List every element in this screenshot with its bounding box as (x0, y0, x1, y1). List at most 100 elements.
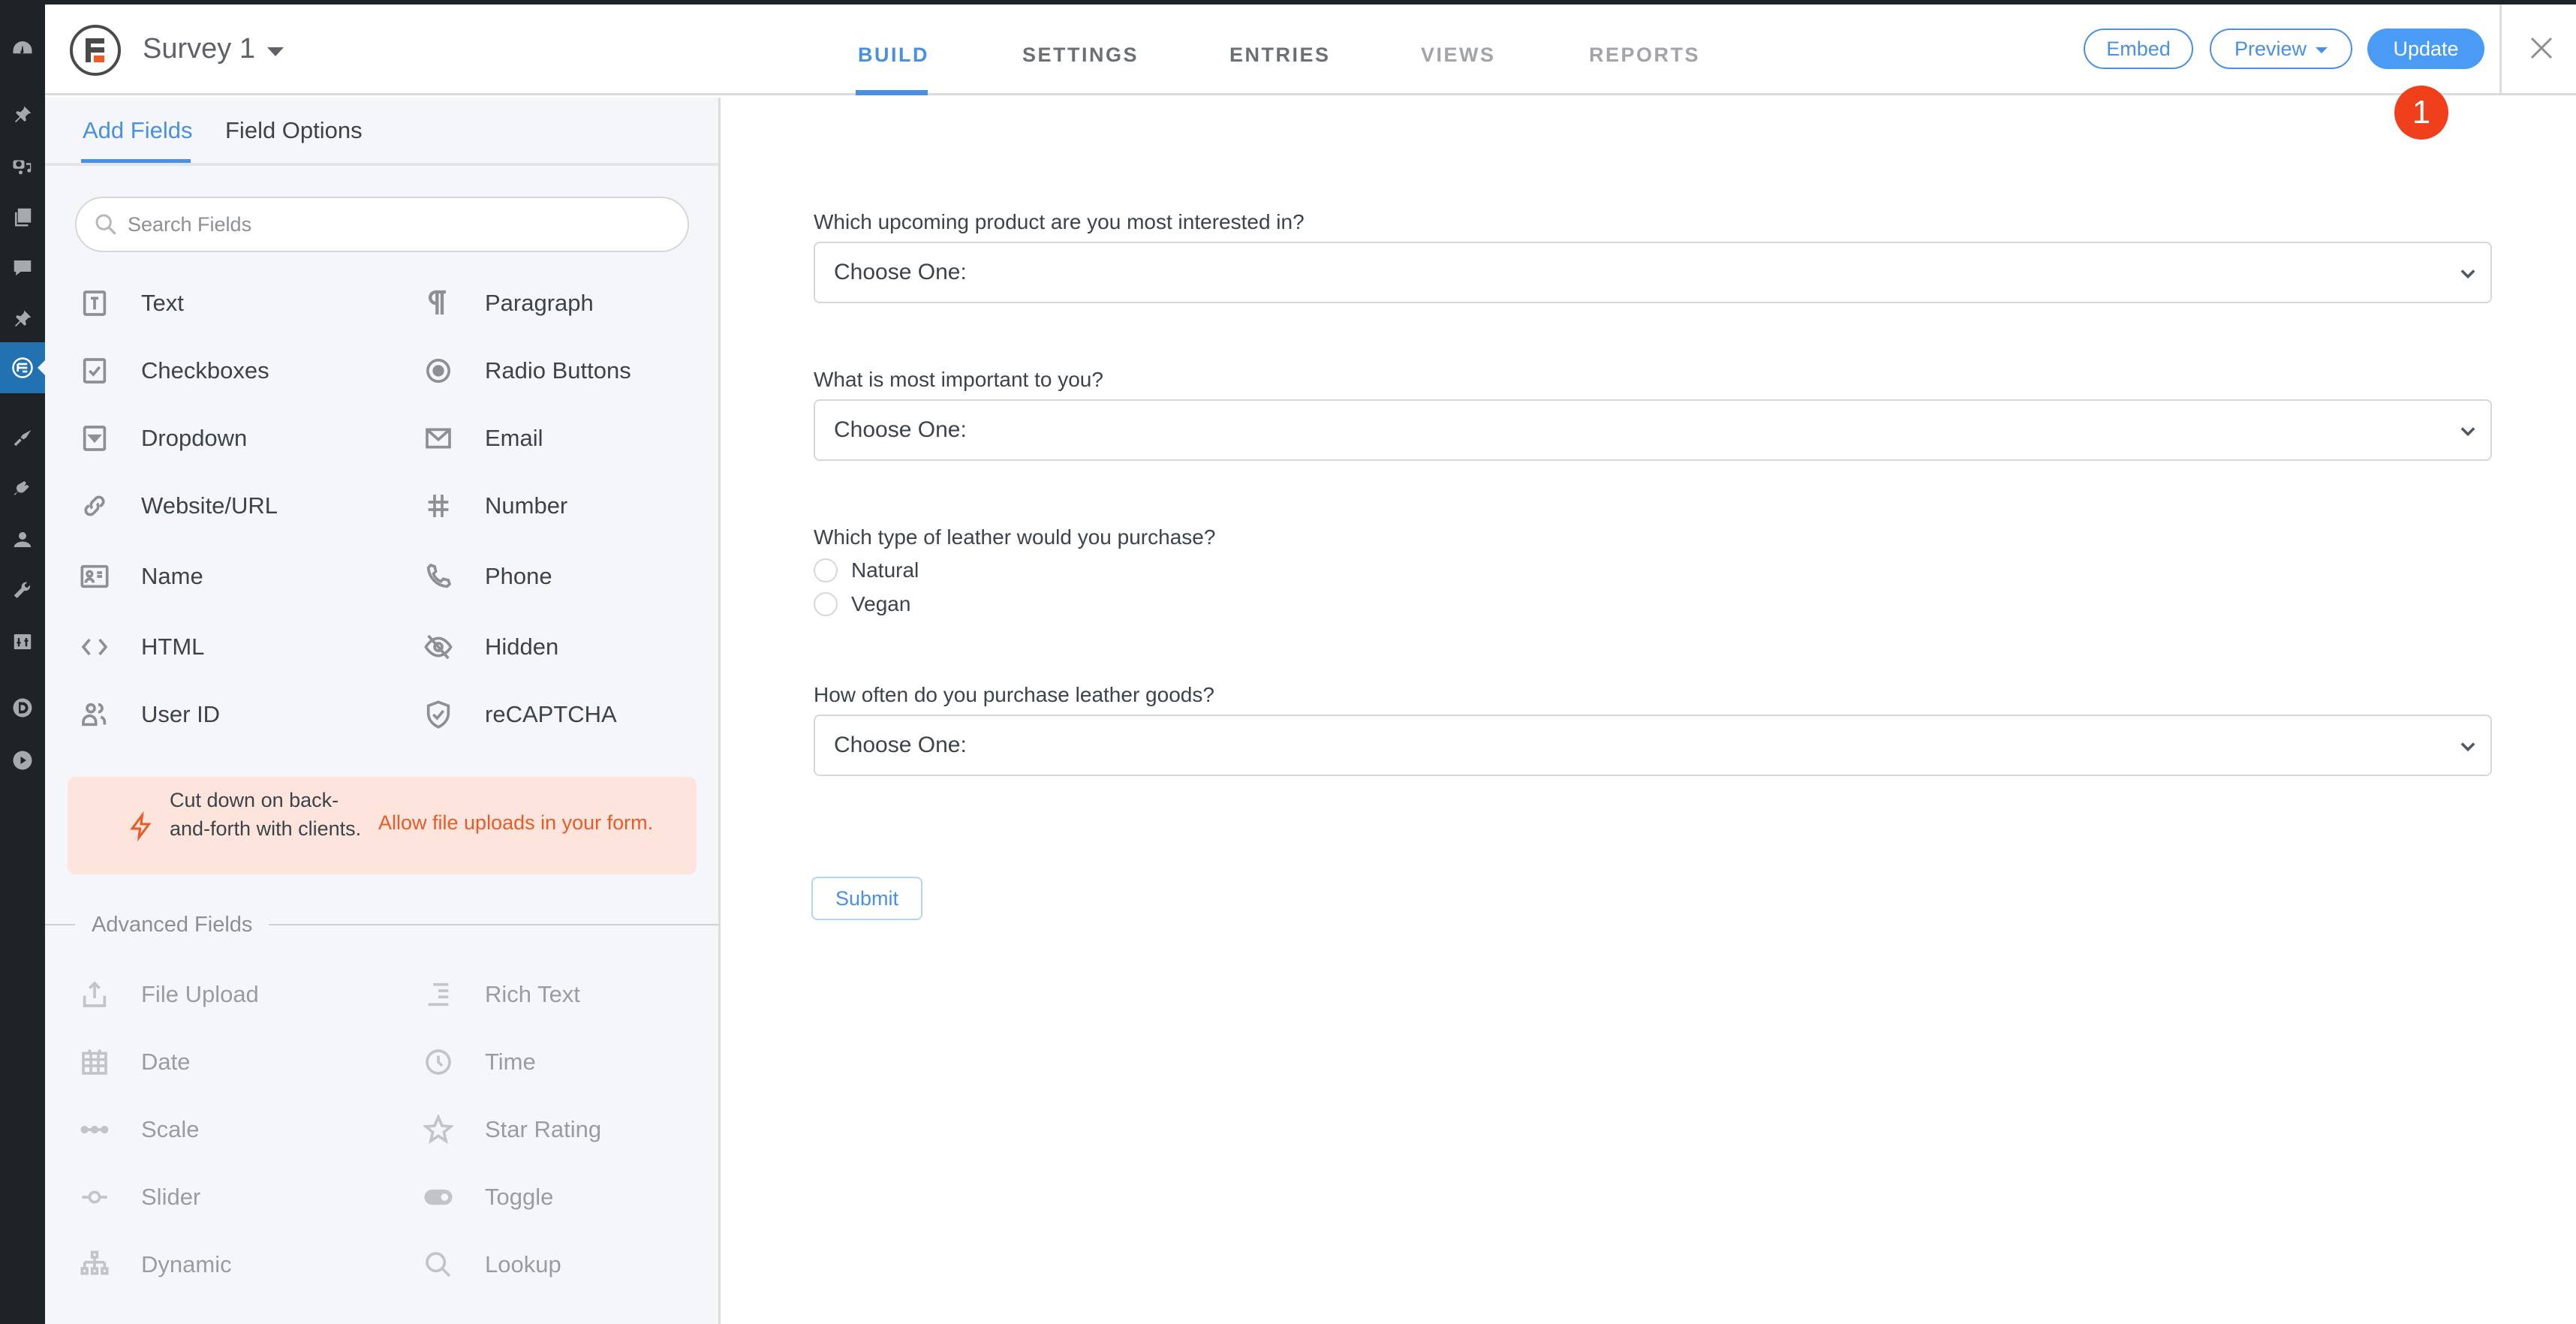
phone-icon (422, 560, 455, 593)
field-slider[interactable]: Slider (78, 1175, 393, 1220)
comments-icon[interactable] (0, 249, 45, 287)
field-rich-text[interactable]: Rich Text (422, 972, 737, 1017)
settings-icon[interactable] (0, 623, 45, 660)
field-html[interactable]: HTML (78, 624, 393, 670)
question-4-select[interactable]: Choose One: (814, 715, 2492, 776)
scale-icon (78, 1113, 111, 1146)
field-label: Dropdown (141, 425, 248, 451)
divi-icon[interactable] (0, 689, 45, 727)
radio-button[interactable] (814, 558, 838, 582)
field-paragraph[interactable]: Paragraph (422, 281, 737, 326)
header-divider (2499, 5, 2502, 95)
field-radio-buttons[interactable]: Radio Buttons (422, 348, 737, 393)
field-time[interactable]: Time (422, 1040, 737, 1085)
bolt-icon (130, 811, 152, 841)
users-icon[interactable] (0, 521, 45, 558)
dashboard-icon[interactable] (0, 30, 45, 68)
field-label: Radio Buttons (485, 357, 631, 384)
field-lookup[interactable]: Lookup (422, 1242, 737, 1287)
caret-down-icon (266, 47, 284, 56)
code-icon (78, 630, 111, 664)
search-icon (95, 214, 116, 235)
field-recaptcha[interactable]: reCAPTCHA (422, 692, 737, 737)
rich-text-icon (422, 978, 455, 1011)
question-1-select[interactable]: Choose One: (814, 242, 2492, 303)
field-website-url[interactable]: Website/URL (78, 483, 393, 528)
tab-views[interactable]: VIEWS (1421, 44, 1496, 67)
chevron-down-icon (2460, 742, 2475, 752)
embed-button[interactable]: Embed (2084, 29, 2193, 69)
active-tab-indicator (856, 90, 928, 95)
field-label: User ID (141, 701, 221, 727)
preview-button[interactable]: Preview (2210, 29, 2352, 69)
field-dynamic[interactable]: Dynamic (78, 1242, 393, 1287)
field-label: File Upload (141, 981, 259, 1007)
formidable-icon[interactable] (0, 342, 45, 393)
formidable-logo[interactable] (69, 24, 122, 77)
promo-link[interactable]: Allow file uploads in your form. (378, 811, 653, 835)
tools-icon[interactable] (0, 572, 45, 609)
radio-option-vegan[interactable]: Vegan (814, 592, 910, 616)
tab-settings[interactable]: SETTINGS (1022, 44, 1139, 67)
search-fields-input[interactable] (128, 212, 653, 236)
submit-button[interactable]: Submit (811, 877, 922, 920)
question-label: Which type of leather would you purchase… (814, 525, 1216, 549)
field-dropdown[interactable]: Dropdown (78, 416, 393, 461)
caret-down-icon (2316, 47, 2328, 53)
tab-build[interactable]: BUILD (858, 44, 929, 67)
field-scale[interactable]: Scale (78, 1107, 393, 1152)
builder-header: Survey 1 BUILD SETTINGS ENTRIES VIEWS RE… (45, 5, 2576, 95)
chevron-down-icon (2460, 427, 2475, 437)
panel-tabs-border (45, 163, 718, 166)
tab-field-options[interactable]: Field Options (225, 117, 363, 144)
pages-icon[interactable] (0, 198, 45, 236)
question-2-select[interactable]: Choose One: (814, 399, 2492, 461)
search-fields[interactable] (75, 197, 689, 252)
field-number[interactable]: Number (422, 483, 737, 528)
admin-sidebar (0, 0, 45, 1324)
form-title-dropdown[interactable]: Survey 1 (143, 33, 284, 65)
field-label: Email (485, 425, 543, 451)
advanced-fields-heading: Advanced Fields (45, 910, 718, 940)
field-hidden[interactable]: Hidden (422, 624, 737, 670)
radio-option-natural[interactable]: Natural (814, 558, 919, 582)
appearance-icon[interactable] (0, 419, 45, 456)
update-button[interactable]: Update (2367, 29, 2484, 69)
advanced-fields-title: Advanced Fields (92, 912, 253, 937)
field-file-upload[interactable]: File Upload (78, 972, 393, 1017)
close-button[interactable] (2519, 26, 2564, 71)
field-label: Slider (141, 1184, 201, 1210)
field-toggle[interactable]: Toggle (422, 1175, 737, 1220)
pin-icon[interactable] (0, 96, 45, 134)
divider (45, 924, 75, 925)
upload-icon (78, 978, 111, 1011)
field-date[interactable]: Date (78, 1040, 393, 1085)
hash-icon (422, 489, 455, 522)
tab-add-fields[interactable]: Add Fields (83, 117, 192, 144)
media-icon[interactable] (0, 147, 45, 185)
field-name[interactable]: Name (78, 554, 393, 599)
hierarchy-icon (78, 1248, 111, 1281)
tab-reports[interactable]: REPORTS (1589, 44, 1700, 67)
plugins-icon[interactable] (0, 470, 45, 507)
field-star-rating[interactable]: Star Rating (422, 1107, 737, 1152)
field-text[interactable]: Text (78, 281, 393, 326)
preview-label: Preview (2234, 37, 2307, 60)
radio-button[interactable] (814, 592, 838, 616)
field-user-id[interactable]: User ID (78, 692, 393, 737)
field-checkboxes[interactable]: Checkboxes (78, 348, 393, 393)
shield-check-icon (422, 698, 455, 731)
select-value: Choose One: (834, 733, 967, 757)
play-icon[interactable] (0, 742, 45, 779)
field-label: Hidden (485, 633, 559, 660)
tab-entries[interactable]: ENTRIES (1229, 44, 1331, 67)
field-email[interactable]: Email (422, 416, 737, 461)
select-value: Choose One: (834, 260, 967, 284)
pin-icon-2[interactable] (0, 300, 45, 338)
checkbox-icon (78, 354, 111, 387)
clock-icon (422, 1046, 455, 1079)
field-phone[interactable]: Phone (422, 554, 737, 599)
field-label: reCAPTCHA (485, 701, 617, 727)
field-label: Star Rating (485, 1116, 602, 1142)
field-label: Time (485, 1049, 536, 1075)
